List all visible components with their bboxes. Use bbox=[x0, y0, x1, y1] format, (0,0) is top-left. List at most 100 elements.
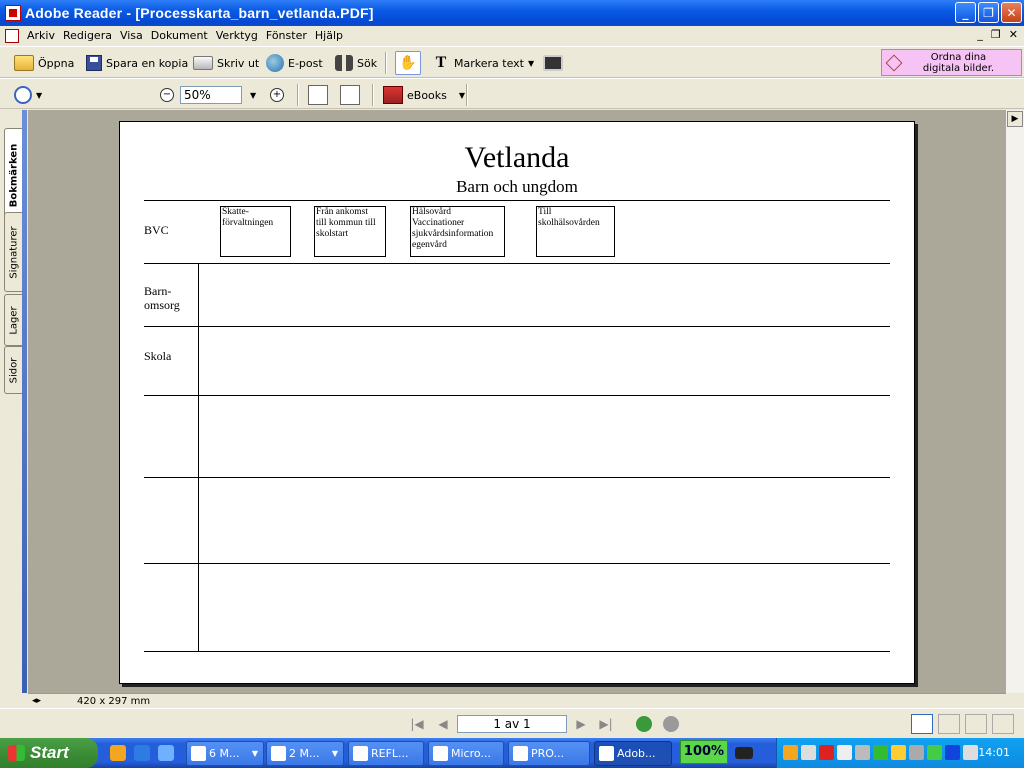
chevron-down-icon[interactable]: ▼ bbox=[528, 59, 534, 68]
tray-app-icon[interactable] bbox=[837, 745, 852, 760]
maximize-button[interactable]: ❐ bbox=[978, 2, 999, 23]
next-page-icon[interactable]: ▶ bbox=[573, 716, 589, 732]
go-forward-icon[interactable] bbox=[663, 716, 679, 732]
tray-app-icon[interactable] bbox=[963, 745, 978, 760]
menu-arkiv[interactable]: Arkiv bbox=[23, 29, 59, 42]
tray-app-icon[interactable] bbox=[801, 745, 816, 760]
open-button[interactable]: Öppna bbox=[14, 50, 74, 76]
quicklaunch-clock-icon[interactable] bbox=[110, 745, 126, 761]
menu-hjalp[interactable]: Hjälp bbox=[311, 29, 347, 42]
row-label-barnomsorg: Barn- omsorg bbox=[144, 284, 180, 312]
continuous-facing-layout-button[interactable] bbox=[992, 714, 1014, 734]
email-button[interactable]: E-post bbox=[266, 50, 323, 76]
menu-bar: Arkiv Redigera Visa Dokument Verktyg Fön… bbox=[0, 26, 1024, 45]
zoom-input[interactable]: 50% bbox=[180, 86, 242, 104]
save-copy-button[interactable]: Spara en kopia bbox=[86, 50, 188, 76]
zoom-out-button[interactable]: − bbox=[160, 82, 174, 108]
select-text-button[interactable]: T Markera text ▼ bbox=[432, 50, 534, 76]
promo-banner[interactable]: Ordna dina digitala bilder. bbox=[881, 49, 1022, 76]
ebooks-button[interactable]: eBooks ▼ bbox=[383, 82, 465, 108]
print-button[interactable]: Skriv ut bbox=[193, 50, 259, 76]
facing-layout-button[interactable] bbox=[965, 714, 987, 734]
table-line bbox=[144, 477, 890, 478]
start-button[interactable]: Start bbox=[0, 738, 98, 768]
menu-dokument[interactable]: Dokument bbox=[147, 29, 212, 42]
last-page-icon[interactable]: ▶| bbox=[598, 716, 614, 732]
table-line bbox=[144, 395, 890, 396]
task-button[interactable]: 6 M... ▼ bbox=[186, 741, 264, 766]
navigation-pane-tabs: Bokmärken Signaturer Lager Sidor bbox=[0, 110, 28, 693]
previous-page-icon[interactable]: ◀ bbox=[435, 716, 451, 732]
battery-indicator[interactable]: 100% bbox=[680, 740, 728, 764]
table-line bbox=[144, 563, 890, 564]
tray-clock-icon[interactable] bbox=[783, 745, 798, 760]
menu-verktyg[interactable]: Verktyg bbox=[212, 29, 262, 42]
continuous-layout-button[interactable] bbox=[938, 714, 960, 734]
doc-minimize-icon[interactable]: _ bbox=[977, 28, 983, 41]
zoom-tool-button[interactable]: ▼ bbox=[14, 82, 42, 108]
tray-volume-icon[interactable] bbox=[909, 745, 924, 760]
quicklaunch-desktop-icon[interactable] bbox=[158, 745, 174, 761]
menu-redigera[interactable]: Redigera bbox=[59, 29, 116, 42]
tab-lager[interactable]: Lager bbox=[4, 294, 23, 346]
close-button[interactable]: ✕ bbox=[1001, 2, 1022, 23]
chevron-down-icon[interactable]: ▼ bbox=[36, 91, 42, 100]
rotate-clockwise-icon bbox=[308, 85, 328, 105]
tab-signaturer[interactable]: Signaturer bbox=[4, 212, 23, 292]
first-page-icon[interactable]: |◀ bbox=[409, 716, 425, 732]
zoom-in-button[interactable]: + bbox=[270, 82, 284, 108]
tray-app-icon[interactable] bbox=[891, 745, 906, 760]
single-page-layout-button[interactable] bbox=[911, 714, 933, 734]
chevron-down-icon: ▼ bbox=[331, 749, 338, 758]
tray-security-icon[interactable] bbox=[819, 745, 834, 760]
minus-icon: − bbox=[160, 88, 174, 102]
text-select-icon: T bbox=[435, 54, 447, 71]
hand-tool-button[interactable]: ✋ bbox=[395, 50, 421, 76]
process-box: Skatte- förvaltningen bbox=[220, 206, 291, 257]
doc-restore-icon[interactable]: ❐ bbox=[991, 28, 1001, 41]
menu-fonster[interactable]: Fönster bbox=[262, 29, 311, 42]
doc-close-icon[interactable]: ✕ bbox=[1009, 28, 1018, 41]
window-title: Adobe Reader - [Processkarta_barn_vetlan… bbox=[25, 5, 374, 21]
folder-icon bbox=[14, 55, 34, 71]
rotate-ccw-button[interactable] bbox=[340, 82, 360, 108]
taskbar: Start 6 M... ▼ 2 M... ▼ REFL... Micro... P… bbox=[0, 738, 1024, 768]
tray-app-icon[interactable] bbox=[873, 745, 888, 760]
minimize-button[interactable]: _ bbox=[955, 2, 976, 23]
zoom-dropdown-icon[interactable]: ▼ bbox=[250, 91, 256, 100]
camera-icon bbox=[543, 55, 563, 71]
toolbar-separator bbox=[297, 84, 299, 106]
power-plug-icon[interactable] bbox=[735, 747, 753, 759]
search-button[interactable]: Sök bbox=[335, 50, 377, 76]
chevron-down-icon[interactable]: ▼ bbox=[459, 91, 465, 100]
scroll-arrow-icon[interactable]: ▶ bbox=[1007, 111, 1023, 127]
task-button[interactable]: 2 M... ▼ bbox=[266, 741, 344, 766]
menu-visa[interactable]: Visa bbox=[116, 29, 147, 42]
system-tray: 14:01 bbox=[776, 738, 1024, 768]
tray-app-icon[interactable] bbox=[927, 745, 942, 760]
clock: 14:01 bbox=[978, 746, 1010, 759]
go-back-icon[interactable] bbox=[636, 716, 652, 732]
tray-play-icon[interactable] bbox=[945, 745, 960, 760]
status-arrow-icon[interactable]: ◂▸ bbox=[32, 696, 41, 706]
navigation-pane-splitter[interactable] bbox=[22, 110, 27, 693]
ebook-icon bbox=[383, 86, 403, 104]
row-label-skola: Skola bbox=[144, 349, 172, 363]
task-button[interactable]: Micro... bbox=[428, 741, 504, 766]
task-button[interactable]: PRO... bbox=[508, 741, 590, 766]
quicklaunch-ie-icon[interactable] bbox=[134, 745, 150, 761]
page-number-field[interactable]: 1 av 1 bbox=[457, 715, 567, 733]
window-controls: _ ❐ ✕ bbox=[955, 2, 1022, 23]
vertical-scrollbar[interactable]: ▶ bbox=[1006, 110, 1024, 693]
snapshot-button[interactable] bbox=[543, 50, 563, 76]
doc-title: Vetlanda bbox=[464, 141, 570, 174]
tab-sidor[interactable]: Sidor bbox=[4, 346, 23, 394]
table-line bbox=[144, 200, 890, 201]
tab-bokmarken[interactable]: Bokmärken bbox=[4, 128, 23, 222]
document-menu-icon[interactable] bbox=[5, 28, 19, 43]
rotate-cw-button[interactable] bbox=[308, 82, 328, 108]
task-button-active[interactable]: Adob... bbox=[594, 741, 672, 766]
task-button[interactable]: REFL... bbox=[348, 741, 424, 766]
document-window-controls: _ ❐ ✕ bbox=[977, 28, 1018, 41]
tray-network-icon[interactable] bbox=[855, 745, 870, 760]
